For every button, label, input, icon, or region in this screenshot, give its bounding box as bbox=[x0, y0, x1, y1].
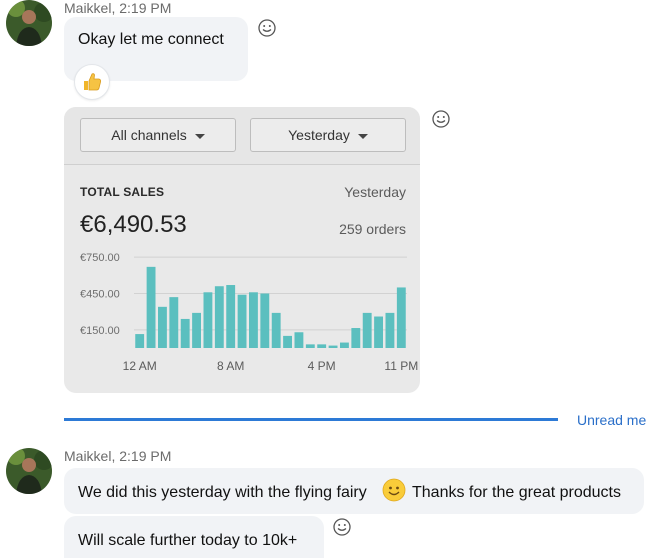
bar bbox=[305, 344, 315, 348]
avatar[interactable] bbox=[6, 0, 52, 46]
message-sender: Maikkel, 2:19 PM bbox=[64, 0, 172, 16]
bar bbox=[146, 266, 156, 348]
bar bbox=[396, 287, 406, 348]
sales-bar-chart: €750.00 €450.00 €150.00 12 AM 8 AM 4 PM 11 PM bbox=[80, 252, 418, 373]
bar bbox=[135, 334, 145, 348]
message-bubble: We did this yesterday with the flying fa… bbox=[64, 468, 644, 514]
bar bbox=[237, 294, 247, 348]
bar bbox=[283, 335, 292, 348]
bar bbox=[362, 312, 372, 348]
bar bbox=[158, 306, 167, 348]
message-text-part: We did this yesterday with the flying fa… bbox=[78, 484, 367, 501]
bar bbox=[328, 345, 338, 348]
message-text-part: Thanks for the great products bbox=[412, 484, 621, 501]
bar bbox=[192, 312, 201, 348]
add-reaction-icon[interactable] bbox=[332, 517, 352, 537]
bar bbox=[169, 297, 179, 348]
bar bbox=[260, 293, 270, 348]
message-bubble: Will scale further today to 10k+ bbox=[64, 516, 324, 558]
message-sender: Maikkel, 2:19 PM bbox=[64, 448, 172, 464]
add-reaction-icon[interactable] bbox=[257, 18, 277, 38]
message-text: Will scale further today to 10k+ bbox=[78, 532, 298, 549]
bar bbox=[271, 312, 281, 348]
bar bbox=[385, 312, 395, 348]
bar bbox=[203, 292, 213, 348]
thumbs-up-reaction[interactable] bbox=[74, 64, 110, 100]
x-tick-label: 12 AM bbox=[123, 359, 157, 373]
bar bbox=[374, 316, 383, 348]
bar bbox=[340, 342, 349, 348]
thumbs-up-icon bbox=[84, 73, 101, 91]
y-tick-label: €750.00 bbox=[80, 252, 120, 264]
unread-divider bbox=[64, 418, 558, 421]
x-tick-label: 8 AM bbox=[217, 359, 244, 373]
y-tick-label: €150.00 bbox=[80, 325, 120, 337]
avatar[interactable] bbox=[6, 448, 52, 494]
bar bbox=[226, 285, 236, 348]
bar bbox=[317, 344, 327, 348]
bar bbox=[351, 328, 361, 348]
bar bbox=[180, 318, 190, 348]
unread-messages-label: Unread me bbox=[577, 412, 646, 428]
x-tick-label: 4 PM bbox=[308, 359, 336, 373]
bar bbox=[294, 332, 304, 348]
bar bbox=[214, 286, 224, 348]
sales-card: All channels Yesterday TOTAL SALES Yeste… bbox=[64, 107, 420, 393]
bar bbox=[249, 292, 258, 348]
y-tick-label: €450.00 bbox=[80, 289, 120, 301]
message-text: Okay let me connect bbox=[78, 31, 224, 48]
x-tick-label: 11 PM bbox=[384, 359, 418, 373]
add-reaction-icon[interactable] bbox=[431, 109, 451, 129]
smiley-emoji-icon bbox=[382, 478, 406, 502]
